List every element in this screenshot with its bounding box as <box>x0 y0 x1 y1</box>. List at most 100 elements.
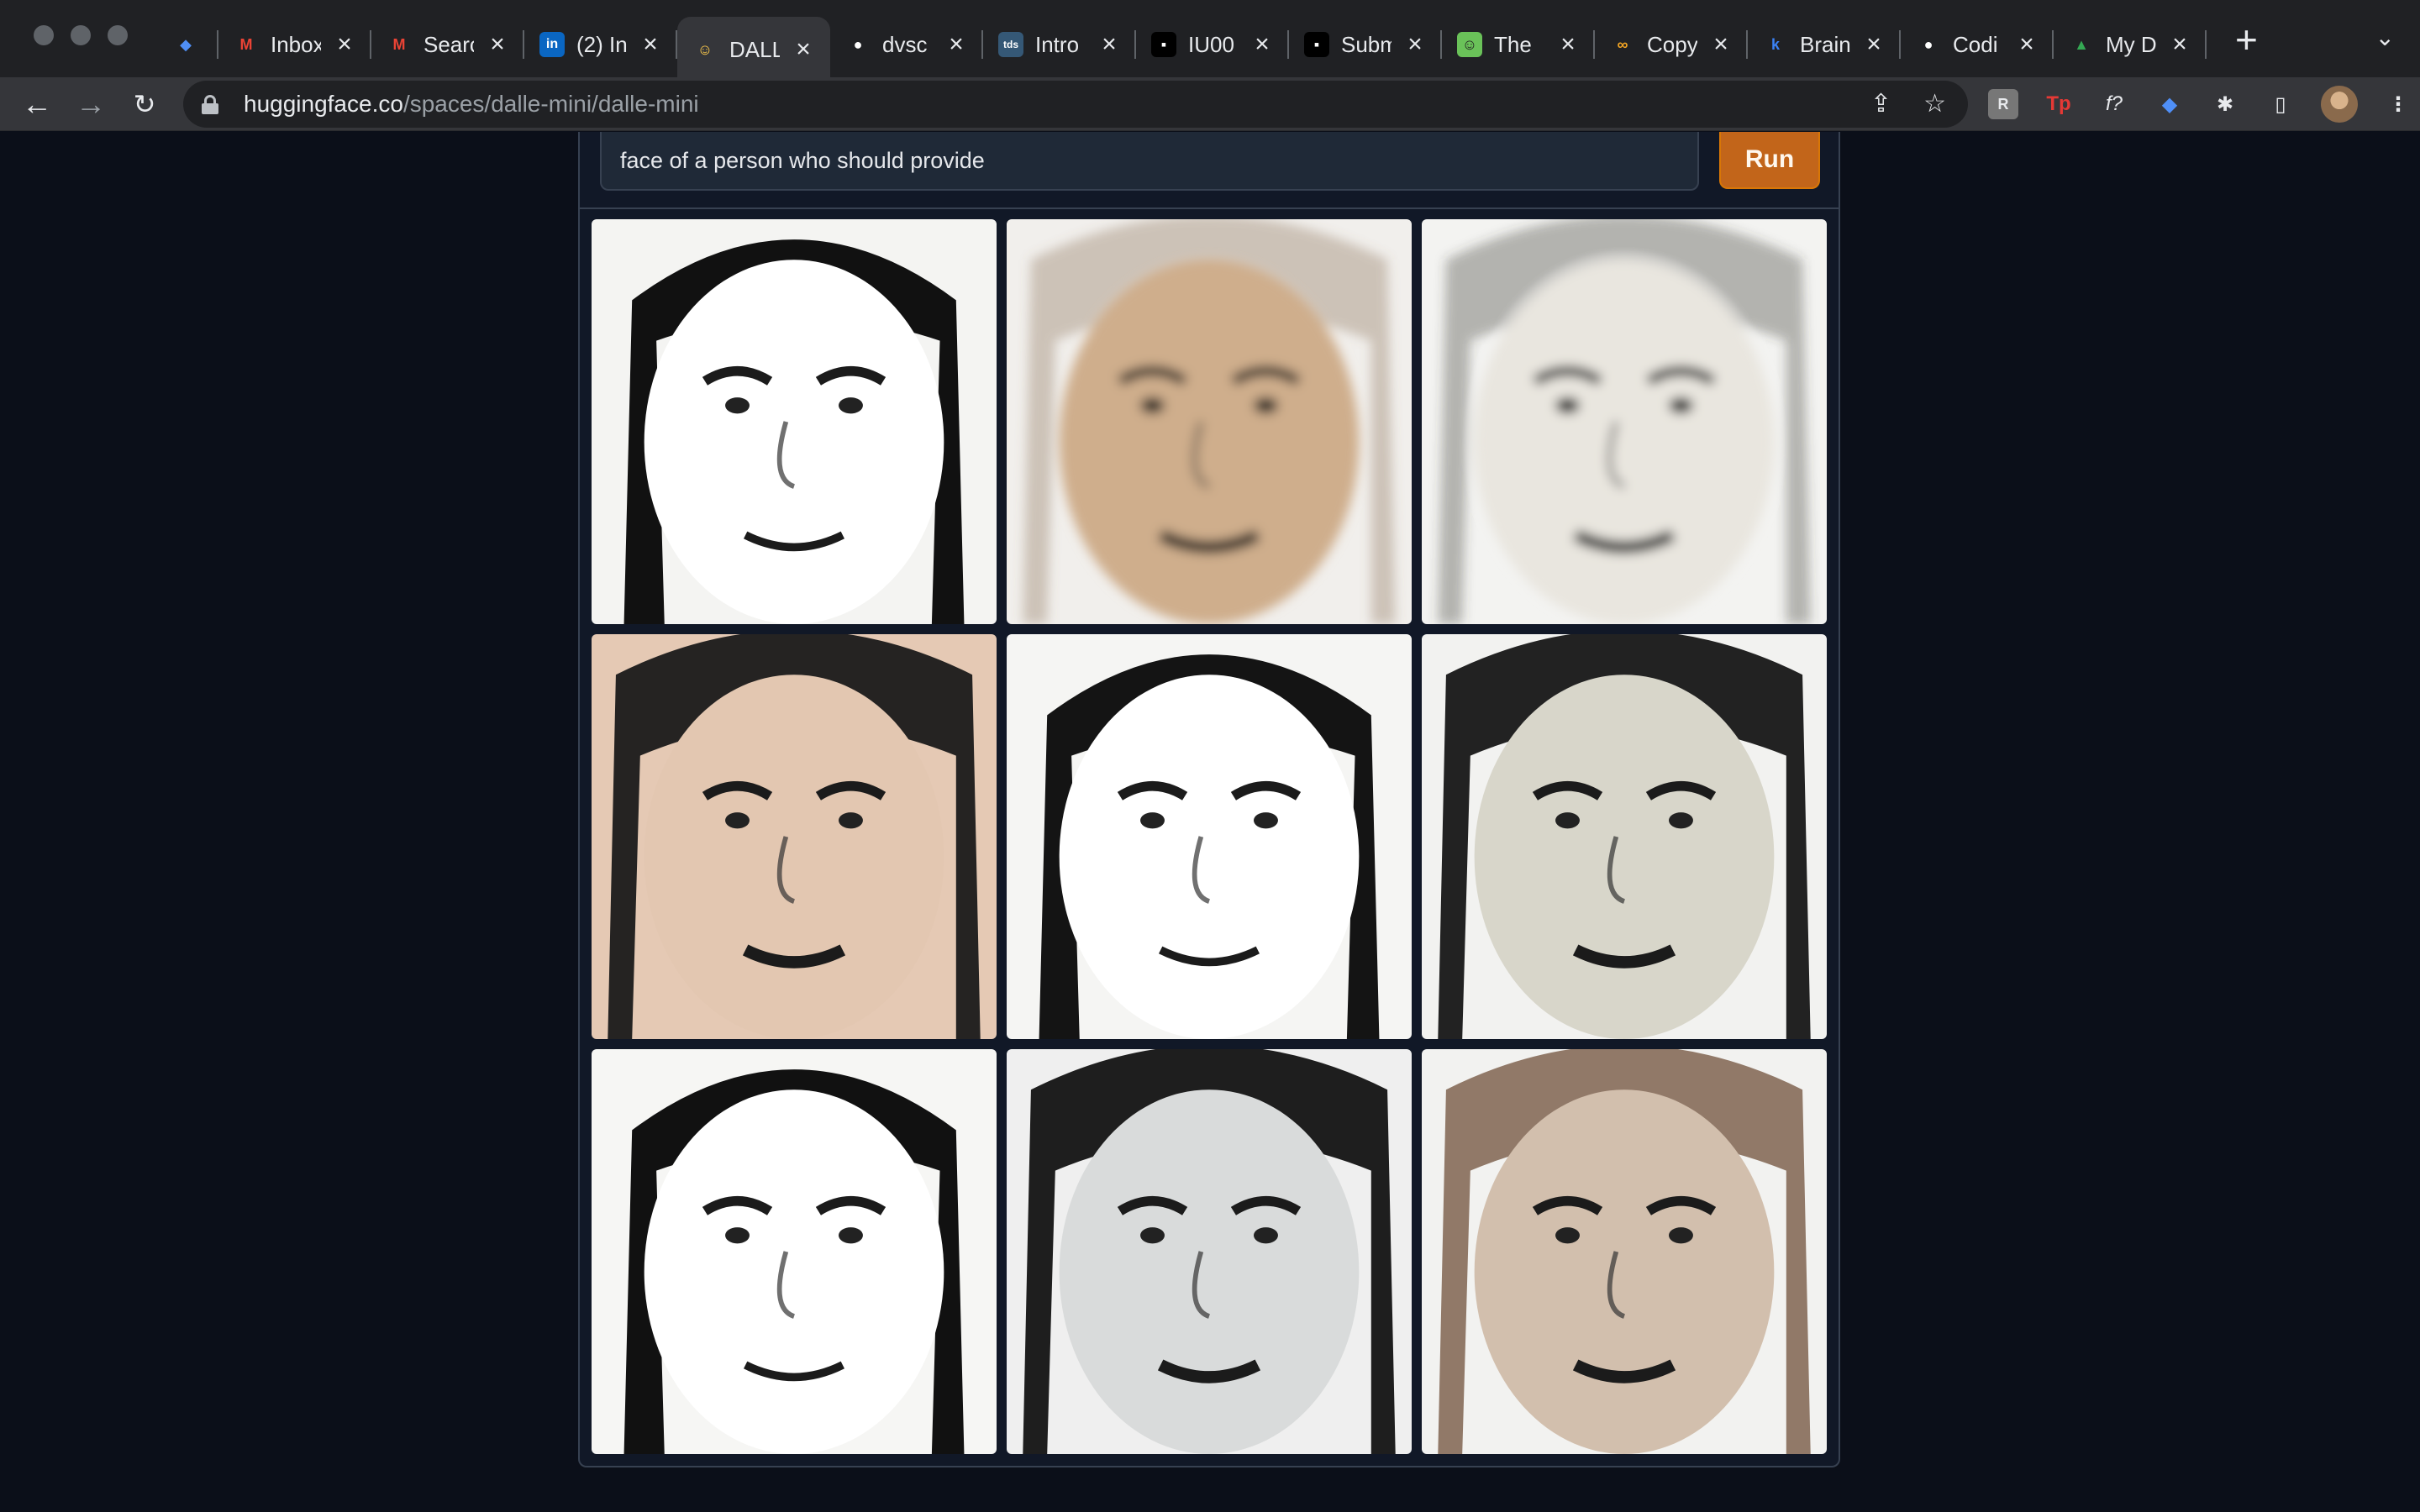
prompt-input[interactable]: face of a person who should provide <box>600 132 1699 191</box>
tab-search-chevron-icon[interactable]: ⌄ <box>2375 24 2395 51</box>
tab-1[interactable]: M Inbox × <box>218 17 371 72</box>
generated-image[interactable] <box>1422 634 1827 1039</box>
linkedin-icon: in <box>539 32 565 57</box>
tab-close-icon[interactable]: × <box>1403 30 1427 59</box>
generated-image[interactable] <box>592 634 997 1039</box>
page-content: face of a person who should provide Run <box>0 132 2420 1512</box>
tab-close-icon[interactable]: × <box>1097 30 1121 59</box>
tab-close-icon[interactable]: × <box>639 30 662 59</box>
drive-icon: ▲ <box>2074 35 2089 53</box>
tab-13[interactable]: ▲ My D × <box>2054 17 2207 72</box>
huggingface-icon: ☺ <box>697 40 713 58</box>
side-panel-icon[interactable]: ▯ <box>2265 89 2296 119</box>
forward-arrow-icon[interactable]: → <box>71 84 111 124</box>
generated-image[interactable] <box>1007 634 1412 1039</box>
back-arrow-icon[interactable]: ← <box>17 84 57 124</box>
app-icon: ▪ <box>1304 32 1329 57</box>
tab-close-icon[interactable]: × <box>2015 30 2039 59</box>
generated-images-grid <box>592 219 1830 1457</box>
tab-title: Copy <box>1647 31 1697 57</box>
tab-close-icon[interactable]: × <box>333 30 356 59</box>
face-illustration <box>1039 654 1380 1039</box>
infinity-icon: ∞ <box>1617 35 1628 53</box>
face-illustration <box>623 239 965 624</box>
tab-title: IU00 <box>1188 31 1234 57</box>
tab-11[interactable]: k Brain × <box>1748 17 1901 72</box>
tab-9[interactable]: ☺ The × <box>1442 17 1595 72</box>
zoom-window-button[interactable] <box>108 25 128 45</box>
smile-icon: ☺ <box>1457 32 1482 57</box>
browser-menu-icon[interactable]: ⋮ <box>2383 89 2413 119</box>
tab-8[interactable]: ▪ Subm × <box>1289 17 1442 72</box>
tab-close-icon[interactable]: × <box>1250 30 1274 59</box>
face-illustration <box>1023 219 1396 624</box>
generated-image[interactable] <box>1422 1049 1827 1454</box>
tab-title: The <box>1494 31 1532 57</box>
tab-close-icon[interactable]: × <box>1556 30 1580 59</box>
tab-title: Intro <box>1035 31 1080 57</box>
generated-image[interactable] <box>592 219 997 624</box>
new-tab-button[interactable]: + <box>2235 17 2258 62</box>
face-illustration <box>608 634 981 1039</box>
face-illustration <box>1438 1049 1811 1454</box>
tab-close-icon[interactable]: × <box>486 30 509 59</box>
tab-4[interactable]: ☺ DALL × <box>677 17 830 82</box>
tab-title: My D <box>2106 31 2156 57</box>
tab-title: Search <box>424 31 474 57</box>
tab-3[interactable]: in (2) In × <box>524 17 677 72</box>
browser-tabstrip: ◆MInbox×MSearch×in(2) In×☺DALL×●dvsc×tds… <box>0 0 2420 82</box>
tab-list: ◆MInbox×MSearch×in(2) In×☺DALL×●dvsc×tds… <box>160 12 2207 82</box>
generated-image[interactable] <box>1007 219 1412 624</box>
tab-6[interactable]: tds Intro × <box>983 17 1136 72</box>
app-icon: ▪ <box>1151 32 1176 57</box>
face-illustration <box>1023 1049 1396 1454</box>
tab-close-icon[interactable]: × <box>1862 30 1886 59</box>
face-illustration <box>1438 219 1811 624</box>
reload-icon[interactable]: ↻ <box>124 84 165 124</box>
minimize-window-button[interactable] <box>71 25 91 45</box>
extensions-puzzle-icon[interactable]: ✱ <box>2210 89 2240 119</box>
tab-close-icon[interactable]: × <box>944 30 968 59</box>
tab-10[interactable]: ∞ Copy × <box>1595 17 1748 72</box>
browser-toolbar: ← → ↻ huggingface.co/spaces/dalle-mini/d… <box>0 77 2420 131</box>
share-icon[interactable]: ⇪ <box>1870 89 1891 118</box>
tab-close-icon[interactable]: × <box>2168 30 2191 59</box>
extension-diamond-icon[interactable]: ◆ <box>2154 89 2185 119</box>
tab-close-icon[interactable]: × <box>1709 30 1733 59</box>
diamond-icon: ◆ <box>180 35 192 53</box>
face-illustration <box>623 1069 965 1454</box>
extension-r-icon[interactable]: R <box>1988 89 2018 119</box>
run-button[interactable]: Run <box>1719 132 1820 189</box>
lock-icon[interactable] <box>202 95 218 114</box>
tab-5[interactable]: ● dvsc × <box>830 17 983 72</box>
tab-close-icon[interactable]: × <box>792 35 815 64</box>
tab-title: Brain <box>1800 31 1850 57</box>
tab-title: (2) In <box>576 31 627 57</box>
generated-image[interactable] <box>1422 219 1827 624</box>
gmail-icon: M <box>239 35 253 53</box>
tab-title: Inbox <box>271 31 321 57</box>
generated-image[interactable] <box>592 1049 997 1454</box>
tab-7[interactable]: ▪ IU00 × <box>1136 17 1289 72</box>
face-illustration <box>1438 634 1811 1039</box>
extensions-area: R Tp f? ◆ ✱ ▯ ⋮ <box>1988 86 2413 123</box>
tab-0[interactable]: ◆ <box>160 17 218 72</box>
bookmark-star-icon[interactable]: ☆ <box>1923 89 1946 118</box>
divider <box>580 207 1839 209</box>
window-controls <box>34 25 128 45</box>
url-text: huggingface.co/spaces/dalle-mini/dalle-m… <box>244 91 699 117</box>
extension-tp-icon[interactable]: Tp <box>2044 89 2074 119</box>
tds-icon: tds <box>998 32 1023 57</box>
tab-title: Codi <box>1953 31 1998 57</box>
tab-title: dvsc <box>882 31 928 57</box>
tab-2[interactable]: M Search × <box>371 17 524 72</box>
profile-avatar[interactable] <box>2321 86 2358 123</box>
extension-f-icon[interactable]: f? <box>2099 89 2129 119</box>
prompt-row: face of a person who should provide Run <box>600 132 1820 209</box>
tab-12[interactable]: ● Codi × <box>1901 17 2054 72</box>
close-window-button[interactable] <box>34 25 54 45</box>
generated-image[interactable] <box>1007 1049 1412 1454</box>
dalle-panel: face of a person who should provide Run <box>578 132 1840 1467</box>
github-icon: ● <box>853 35 863 53</box>
address-bar[interactable]: huggingface.co/spaces/dalle-mini/dalle-m… <box>183 81 1968 128</box>
